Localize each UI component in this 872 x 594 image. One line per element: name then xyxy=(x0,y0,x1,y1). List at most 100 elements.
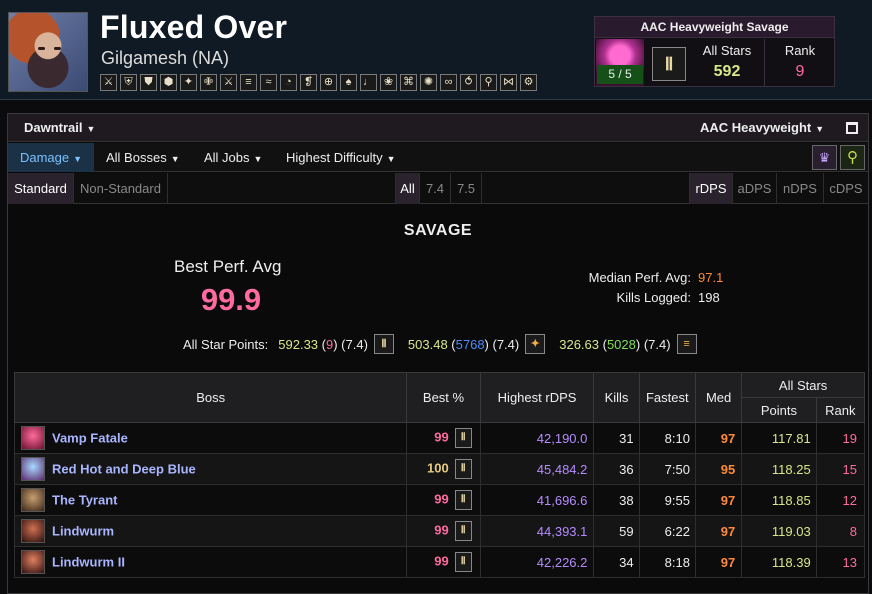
table-row[interactable]: Vamp Fatale 99 Ⅱ 42,190.0 31 8:10 97 117.81 19 xyxy=(13,422,866,454)
caret-down-icon: ▼ xyxy=(815,124,825,134)
boss-cell[interactable]: Lindwurm II xyxy=(13,546,408,578)
job-icon[interactable]: Ⅱ xyxy=(454,428,472,448)
tab-damage[interactable]: Damage ▼ xyxy=(8,143,94,172)
tab-damage-label: Damage xyxy=(19,150,70,165)
difficulty-dropdown[interactable]: Highest Difficulty ▼ xyxy=(286,143,396,172)
job-icon[interactable]: ⥀ xyxy=(460,74,477,91)
maximize-icon[interactable] xyxy=(846,122,858,134)
all-star-points: 118.25 xyxy=(741,453,817,485)
col-med[interactable]: Med xyxy=(694,372,743,423)
all-star-points-row: All Star Points: 592.33 (9) (7.4) Ⅱ 503.… xyxy=(183,333,711,355)
job-icon[interactable]: ♩ xyxy=(360,74,377,91)
job-icon[interactable]: ∞ xyxy=(440,74,457,91)
table-row[interactable]: Lindwurm 99 Ⅱ 44,393.1 59 6:22 97 119.03 8 xyxy=(13,515,866,547)
patch-7-5-toggle[interactable]: 7.5 xyxy=(451,173,482,204)
standard-toggle[interactable]: Standard xyxy=(8,173,74,204)
jobs-dropdown[interactable]: All Jobs ▼ xyxy=(204,143,262,172)
table-row[interactable]: Lindwurm II 99 Ⅱ 42,226.2 34 8:18 97 118.39 13 xyxy=(13,546,866,578)
ndps-toggle[interactable]: nDPS xyxy=(777,173,824,204)
boss-icon xyxy=(21,426,45,450)
job-icon[interactable]: ⚔ xyxy=(100,74,117,91)
expansion-label: Dawntrail xyxy=(24,120,83,135)
job-icon[interactable]: Ⅱ xyxy=(454,552,472,572)
patch-all-toggle[interactable]: All xyxy=(395,173,420,204)
col-rank[interactable]: Rank xyxy=(815,397,866,423)
job-icon[interactable]: ⚔ xyxy=(220,74,237,91)
boss-name-link[interactable]: Vamp Fatale xyxy=(52,431,128,446)
job-icon[interactable]: ✦ xyxy=(180,74,197,91)
key-icon[interactable]: ⚲ xyxy=(840,145,865,170)
cdps-toggle[interactable]: cDPS xyxy=(824,173,868,204)
job-icon[interactable]: ⚙ xyxy=(520,74,537,91)
job-icon[interactable]: ♠ xyxy=(340,74,357,91)
character-avatar[interactable] xyxy=(8,12,88,92)
col-points[interactable]: Points xyxy=(741,397,817,423)
col-boss[interactable]: Boss xyxy=(13,372,408,423)
bosses-dropdown[interactable]: All Bosses ▼ xyxy=(106,143,180,172)
table-row[interactable]: The Tyrant 99 Ⅱ 41,696.6 38 9:55 97 118.85 12 xyxy=(13,484,866,516)
job-icon[interactable]: ✙ xyxy=(200,74,217,91)
server-name[interactable]: Gilgamesh (NA) xyxy=(101,48,229,69)
table-row[interactable]: Red Hot and Deep Blue 100 Ⅱ 45,484.2 36 7:50 9… xyxy=(13,453,866,485)
difficulty-label: Highest Difficulty xyxy=(286,150,383,165)
fastest: 8:18 xyxy=(638,546,696,578)
job-icon[interactable]: Ⅱ xyxy=(454,459,472,479)
job-icon[interactable]: ⚲ xyxy=(480,74,497,91)
job-icon[interactable]: ❡ xyxy=(300,74,317,91)
patch-7-4-toggle[interactable]: 7.4 xyxy=(420,173,451,204)
boss-name-link[interactable]: Lindwurm II xyxy=(52,555,125,570)
boss-icon xyxy=(21,550,45,574)
fastest: 8:10 xyxy=(638,422,696,454)
all-star-points: 118.39 xyxy=(741,546,817,578)
boss-icon xyxy=(21,457,45,481)
median: 97 xyxy=(694,546,743,578)
highest-rdps[interactable]: 45,484.2 xyxy=(479,453,595,485)
best-cell: 100 Ⅱ xyxy=(406,453,481,485)
party-icon[interactable]: ♛ xyxy=(812,145,837,170)
boss-cell[interactable]: The Tyrant xyxy=(13,484,408,516)
boss-cell[interactable]: Vamp Fatale xyxy=(13,422,408,454)
zone-dropdown[interactable]: AAC Heavyweight ▼ xyxy=(700,114,824,142)
boss-name-link[interactable]: Red Hot and Deep Blue xyxy=(52,462,196,477)
boss-cell[interactable]: Lindwurm xyxy=(13,515,408,547)
best-percent: 99 xyxy=(434,429,449,445)
job-icon[interactable]: ⌘ xyxy=(400,74,417,91)
segment-bar: Standard Non-Standard All 7.4 7.5 rDPS a… xyxy=(8,173,868,204)
kills: 38 xyxy=(593,484,640,516)
non-standard-toggle[interactable]: Non-Standard xyxy=(74,173,168,204)
job-icon[interactable]: ⋈ xyxy=(500,74,517,91)
rdps-toggle[interactable]: rDPS xyxy=(689,173,733,204)
expansion-dropdown[interactable]: Dawntrail ▼ xyxy=(24,114,95,142)
job-icon[interactable]: Ⅱ xyxy=(454,521,472,541)
best-cell: 99 Ⅱ xyxy=(406,484,481,516)
median: 95 xyxy=(694,453,743,485)
median: 97 xyxy=(694,515,743,547)
job-icon[interactable]: ≡ xyxy=(240,74,257,91)
boss-name-link[interactable]: Lindwurm xyxy=(52,524,114,539)
rank-value: 9 xyxy=(795,63,805,80)
kills: 36 xyxy=(593,453,640,485)
highest-rdps[interactable]: 44,393.1 xyxy=(479,515,595,547)
job-icon[interactable]: ⬢ xyxy=(160,74,177,91)
avatar-eye xyxy=(38,47,45,50)
job-icon[interactable]: ⛊ xyxy=(140,74,157,91)
boss-cell[interactable]: Red Hot and Deep Blue xyxy=(13,453,408,485)
job-icon[interactable]: ⊕ xyxy=(320,74,337,91)
job-icon[interactable]: ≈ xyxy=(260,74,277,91)
job-icon[interactable]: ⛨ xyxy=(120,74,137,91)
highest-rdps[interactable]: 42,226.2 xyxy=(479,546,595,578)
adps-toggle[interactable]: aDPS xyxy=(733,173,777,204)
job-icon[interactable]: ◔ xyxy=(280,74,297,91)
job-icon[interactable]: ❀ xyxy=(380,74,397,91)
caret-down-icon: ▼ xyxy=(386,154,396,164)
job-icon[interactable]: Ⅱ xyxy=(454,490,472,510)
job-icon[interactable]: ✺ xyxy=(420,74,437,91)
col-best[interactable]: Best % xyxy=(406,372,481,423)
caret-down-icon: ▼ xyxy=(253,154,263,164)
col-highest-rdps[interactable]: Highest rDPS xyxy=(479,372,595,423)
col-kills[interactable]: Kills xyxy=(593,372,640,423)
boss-name-link[interactable]: The Tyrant xyxy=(52,493,118,508)
col-fastest[interactable]: Fastest xyxy=(638,372,696,423)
highest-rdps[interactable]: 42,190.0 xyxy=(479,422,595,454)
highest-rdps[interactable]: 41,696.6 xyxy=(479,484,595,516)
